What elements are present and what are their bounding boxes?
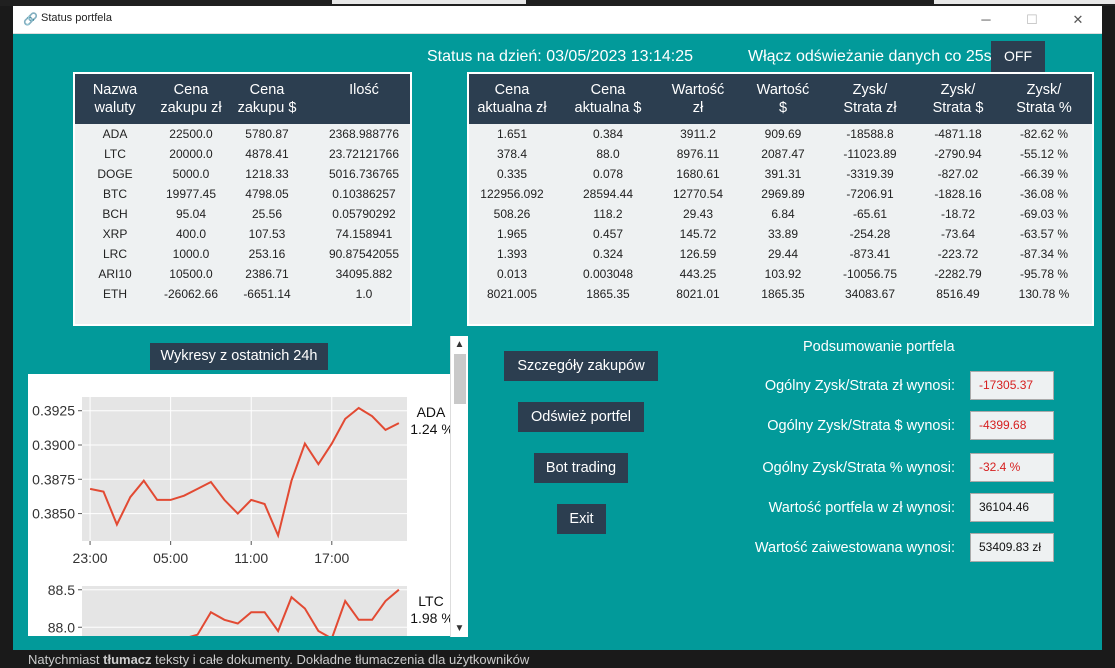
- refresh-label: Włącz odświeżanie danych co 25s: [748, 48, 992, 65]
- table-cell: 90.87542055: [328, 247, 400, 261]
- y-tick-label: 0.3850: [32, 506, 75, 522]
- x-tick-label: 17:00: [314, 550, 349, 566]
- table-cell: 0.10386257: [332, 187, 396, 201]
- summary-label: Ogólny Zysk/Strata $ wynosi:: [767, 418, 955, 434]
- y-tick-label: 0.3900: [32, 437, 75, 453]
- charts-section-label: Wykresy z ostatnich 24h: [150, 343, 328, 370]
- portfolio-summary: Ogólny Zysk/Strata zł wynosi: -17305.37 Og…: [713, 366, 1058, 566]
- series-label: LTC: [418, 593, 443, 609]
- series-change: 1.24 %: [410, 421, 450, 437]
- summary-row: Ogólny Zysk/Strata $ wynosi: -4399.68: [713, 411, 1058, 441]
- plot-area: [82, 586, 407, 636]
- table-cell: -63.57 %: [1019, 227, 1069, 241]
- refresh-toggle-button[interactable]: OFF: [991, 41, 1045, 72]
- table-cell: -82.62 %: [1019, 127, 1069, 141]
- summary-label: Ogólny Zysk/Strata zł wynosi:: [764, 378, 955, 394]
- summary-value: 53409.83 zł: [970, 533, 1054, 562]
- y-tick-label: 88.5: [48, 582, 75, 598]
- close-button[interactable]: ✕: [1055, 6, 1101, 33]
- background-footer: Natychmiast tłumacz teksty i całe dokume…: [0, 650, 1115, 668]
- summary-row: Ogólny Zysk/Strata % wynosi: -32.4 %: [713, 453, 1058, 483]
- summary-value: -32.4 %: [970, 453, 1054, 482]
- plot-area: [82, 397, 407, 541]
- series-change: 1.98 %: [410, 610, 450, 626]
- table-cell: 130.78 %: [1018, 287, 1070, 301]
- maximize-button[interactable]: ☐: [1009, 6, 1055, 33]
- summary-title: Podsumowanie portfela: [803, 339, 955, 355]
- price-charts: 0.3850 0.3875 0.3900 0.3925 23:00 05:00 11:00 1…: [32, 397, 450, 636]
- refresh-portfolio-button[interactable]: Odśwież portfel: [518, 402, 644, 432]
- summary-value: -17305.37: [970, 371, 1054, 400]
- column-header: Ilość: [349, 82, 379, 98]
- table-cell: 1.0: [355, 287, 373, 301]
- series-label: ADA: [417, 404, 446, 420]
- scroll-down-icon[interactable]: ▼: [451, 620, 468, 637]
- table-cell: -36.08 %: [1019, 187, 1069, 201]
- x-tick-label: 05:00: [153, 550, 188, 566]
- table-cell: 34095.882: [335, 267, 393, 281]
- footer-text: Natychmiast tłumacz teksty i całe dokume…: [28, 652, 530, 667]
- prices-table-header: Cena aktualna zł Cena aktualna $ Wartość z…: [469, 74, 1092, 124]
- holdings-table: Nazwa waluty Cena zakupu zł Cena zakupu $ I…: [73, 72, 412, 326]
- window-title: Status portfela: [41, 12, 112, 24]
- summary-row: Wartość portfela w zł wynosi: 36104.46: [713, 493, 1058, 523]
- exit-button[interactable]: Exit: [557, 504, 606, 534]
- x-tick-label: 23:00: [73, 550, 108, 566]
- link-icon: 🔗: [23, 12, 38, 26]
- x-tick-label: 11:00: [234, 550, 268, 566]
- table-cell: -95.78 %: [1019, 267, 1069, 281]
- column-header: Zysk/ Strata %: [1016, 82, 1072, 116]
- scroll-thumb[interactable]: [454, 354, 466, 404]
- status-date: Status na dzień: 03/05/2023 13:14:25: [427, 48, 693, 65]
- bot-trading-button[interactable]: Bot trading: [534, 453, 628, 483]
- table-cell: 5016.736765: [328, 167, 400, 181]
- app-window: 🔗 Status portfela ─ ☐ ✕ Status na dzień:…: [13, 6, 1102, 650]
- y-tick-label: 88.0: [48, 619, 75, 635]
- summary-value: -4399.68: [970, 411, 1054, 440]
- y-tick-label: 0.3925: [32, 403, 75, 419]
- summary-row: Ogólny Zysk/Strata zł wynosi: -17305.37: [713, 371, 1058, 401]
- summary-label: Ogólny Zysk/Strata % wynosi:: [762, 460, 955, 476]
- chart-scrollbar[interactable]: ▲ ▼: [450, 336, 468, 637]
- chart-panel[interactable]: 0.3850 0.3875 0.3900 0.3925 23:00 05:00 11:00 1…: [28, 374, 450, 636]
- y-tick-label: 0.3875: [32, 471, 75, 487]
- table-cell: 74.158941: [335, 227, 393, 241]
- holdings-table-header: Nazwa waluty Cena zakupu zł Cena zakupu $ I…: [75, 74, 410, 124]
- table-cell: 0.05790292: [332, 207, 396, 221]
- table-cell: -87.34 %: [1019, 247, 1069, 261]
- table-cell: 2368.988776: [328, 127, 400, 141]
- summary-row: Wartość zaiwestowana wynosi: 53409.83 zł: [713, 533, 1058, 563]
- table-cell: 23.72121766: [328, 147, 400, 161]
- table-cell: -69.03 %: [1019, 207, 1069, 221]
- prices-table: Cena aktualna zł Cena aktualna $ Wartość z…: [467, 72, 1094, 326]
- table-cell: -55.12 %: [1019, 147, 1069, 161]
- scroll-up-icon[interactable]: ▲: [451, 336, 468, 353]
- table-cell: -66.39 %: [1019, 167, 1069, 181]
- purchase-details-button[interactable]: Szczegóły zakupów: [504, 351, 658, 381]
- minimize-button[interactable]: ─: [963, 6, 1009, 33]
- summary-label: Wartość portfela w zł wynosi:: [768, 500, 955, 516]
- summary-value: 36104.46: [970, 493, 1054, 522]
- title-bar: 🔗 Status portfela ─ ☐ ✕: [13, 6, 1102, 34]
- summary-label: Wartość zaiwestowana wynosi:: [754, 540, 955, 556]
